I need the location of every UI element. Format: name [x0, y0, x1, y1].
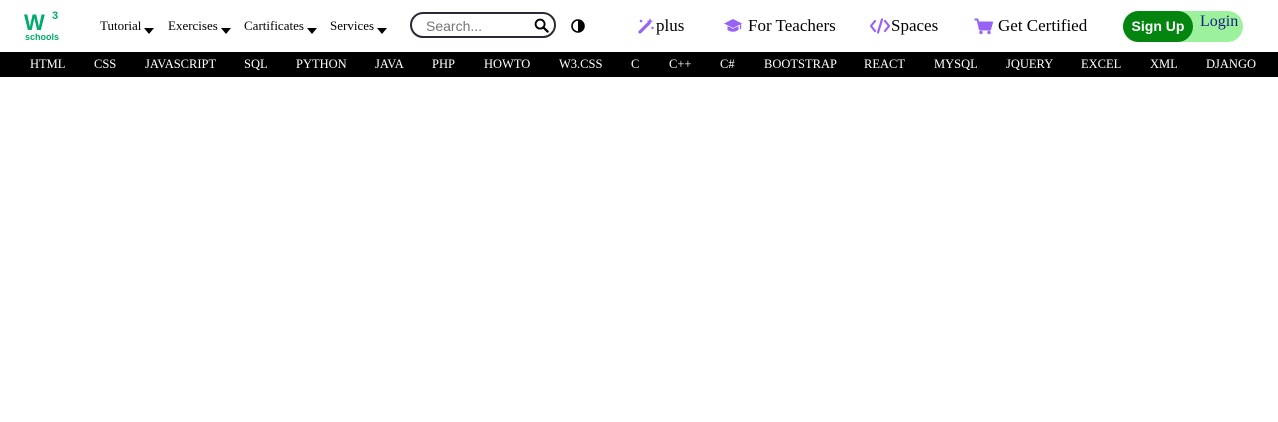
caret-down-icon	[377, 28, 388, 34]
caret-down-icon	[220, 28, 231, 34]
nav-item-excel[interactable]: EXCEL	[1081, 57, 1121, 72]
nav-item-sql[interactable]: SQL	[244, 57, 268, 72]
search-icon[interactable]	[534, 18, 549, 33]
nav-item-howto[interactable]: HOWTO	[484, 57, 530, 72]
nav-item-css[interactable]: CSS	[94, 57, 116, 72]
caret-down-icon	[144, 28, 155, 34]
get-certified-label: Get Certified	[998, 16, 1088, 35]
nav-item-c[interactable]: C	[631, 57, 639, 72]
menu-exercises[interactable]: Exercises	[168, 18, 231, 34]
for-teachers-link[interactable]: For Teachers	[723, 16, 836, 36]
search-input[interactable]	[426, 17, 526, 35]
nav-item-jquery[interactable]: JQUERY	[1006, 57, 1053, 72]
caret-down-icon	[306, 28, 317, 34]
get-certified-link[interactable]: Get Certified	[974, 16, 1087, 36]
code-icon	[870, 18, 890, 34]
nav-item-html[interactable]: HTML	[30, 57, 65, 72]
page-content-area	[0, 77, 1278, 422]
menu-certificates[interactable]: Cartificates	[244, 18, 317, 34]
plus-label: plus	[656, 16, 685, 35]
sign-up-button[interactable]: Sign Up	[1123, 11, 1193, 42]
graduation-cap-icon	[724, 19, 742, 32]
search-box	[410, 12, 556, 38]
top-bar: W 3 schools Tutorial Exercises Cartifica…	[0, 0, 1278, 52]
nav-item-php[interactable]: PHP	[432, 57, 455, 72]
nav-item-w3css[interactable]: W3.CSS	[559, 57, 602, 72]
menu-services[interactable]: Services	[330, 18, 388, 34]
menu-certificates-label: Cartificates	[244, 18, 304, 33]
menu-exercises-label: Exercises	[168, 18, 218, 33]
nav-item-csharp[interactable]: C#	[720, 57, 735, 72]
spaces-link[interactable]: Spaces	[870, 16, 938, 36]
magic-wand-icon	[638, 18, 654, 34]
nav-item-cpp[interactable]: C++	[669, 57, 691, 72]
login-button[interactable]: Login	[1200, 13, 1238, 31]
for-teachers-label: For Teachers	[748, 16, 836, 35]
menu-tutorial-label: Tutorial	[100, 18, 142, 33]
contrast-icon[interactable]	[571, 19, 585, 33]
plus-link[interactable]: plus	[637, 16, 684, 36]
logo-text: schools	[25, 32, 60, 42]
nav-item-javascript[interactable]: JAVASCRIPT	[145, 57, 216, 72]
nav-item-java[interactable]: JAVA	[375, 57, 404, 72]
nav-item-bootstrap[interactable]: BOOTSTRAP	[764, 57, 837, 72]
spaces-label: Spaces	[891, 16, 939, 35]
w3schools-logo[interactable]: W 3 schools	[24, 10, 62, 44]
menu-services-label: Services	[330, 18, 375, 33]
subject-nav-bar: HTML CSS JAVASCRIPT SQL PYTHON JAVA PHP …	[0, 52, 1278, 77]
shopping-cart-icon	[974, 18, 993, 34]
logo-mark: W	[24, 10, 45, 34]
menu-tutorial[interactable]: Tutorial	[100, 18, 155, 34]
logo-mark-icon: W 3	[24, 10, 58, 34]
nav-item-python[interactable]: PYTHON	[296, 57, 347, 72]
nav-item-react[interactable]: REACT	[864, 57, 905, 72]
nav-item-xml[interactable]: XML	[1150, 57, 1178, 72]
nav-item-mysql[interactable]: MYSQL	[934, 57, 978, 72]
nav-item-django[interactable]: DJANGO	[1206, 57, 1256, 72]
auth-group: Sign Up Login	[1123, 11, 1243, 42]
logo-superscript: 3	[52, 10, 58, 22]
